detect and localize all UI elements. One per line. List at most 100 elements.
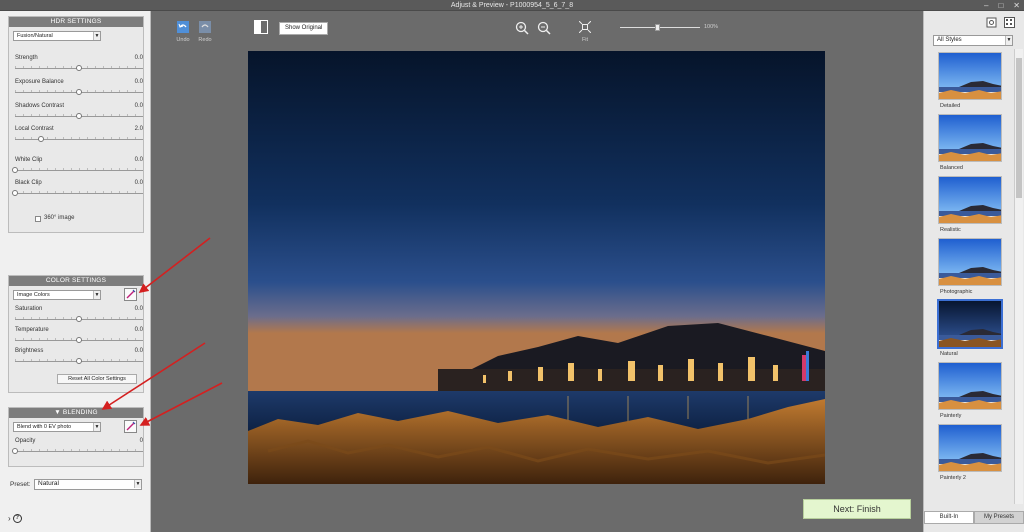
zoom-in-icon[interactable] — [515, 21, 529, 35]
zoom-slider-knob[interactable] — [654, 24, 660, 31]
360-image-label: 360° image — [44, 215, 75, 221]
color-mask-pen-button[interactable] — [124, 288, 137, 301]
color-settings-header: COLOR SETTINGS — [9, 276, 143, 286]
tab-built-in[interactable]: Built-In — [924, 511, 974, 524]
night-cityscape-image — [248, 51, 825, 484]
grid-view-icon[interactable] — [1004, 17, 1015, 28]
help-icon[interactable]: ? — [12, 514, 22, 523]
blend-mode-value: Blend with 0 EV photo — [17, 424, 72, 430]
preset-thumbnail[interactable]: Detailed — [938, 52, 1002, 109]
undo-button[interactable]: Undo — [175, 21, 191, 43]
maximize-icon[interactable]: □ — [998, 0, 1003, 11]
slider-value: 2.0 — [134, 126, 143, 132]
black-clip-slider[interactable]: Black Clip 0.0 — [12, 180, 143, 200]
hdr-settings-header: HDR SETTINGS — [9, 17, 143, 27]
slider-knob[interactable] — [76, 89, 82, 95]
color-settings-group: COLOR SETTINGS Image Colors ▼ Saturation… — [8, 275, 144, 393]
redo-button[interactable]: Redo — [197, 21, 213, 43]
blending-header-label: BLENDING — [62, 409, 98, 416]
close-icon[interactable]: ✕ — [1013, 0, 1020, 11]
title-bar: Adjust & Preview - P1000954_5_6_7_8 – □ … — [0, 0, 1024, 11]
styles-filter-select[interactable]: All Styles ▼ — [933, 35, 1013, 46]
blend-mode-select[interactable]: Blend with 0 EV photo ▼ — [13, 422, 101, 432]
slider-knob[interactable] — [12, 190, 18, 196]
slider-knob[interactable] — [76, 65, 82, 71]
preset-preview-image — [938, 362, 1002, 410]
slider-knob[interactable] — [76, 337, 82, 343]
next-finish-button[interactable]: Next: Finish — [803, 499, 911, 519]
slider-label: White Clip — [15, 157, 43, 163]
chevron-down-icon: ▼ — [134, 480, 141, 488]
slider-knob[interactable] — [76, 113, 82, 119]
slider-knob[interactable] — [76, 358, 82, 364]
slider-value: 0.0 — [134, 348, 143, 354]
preset-thumbnail[interactable]: Painterly — [938, 362, 1002, 419]
slider-value: 0.0 — [134, 157, 143, 163]
zoom-slider[interactable] — [620, 27, 700, 28]
tab-my-presets[interactable]: My Presets — [974, 511, 1024, 524]
strength-slider[interactable]: Strength 0.0 — [15, 55, 143, 75]
undo-label: Undo — [176, 37, 190, 43]
preset-thumbnail[interactable]: Natural — [938, 300, 1002, 357]
preset-preview-image — [938, 238, 1002, 286]
minimize-icon[interactable]: – — [984, 0, 988, 11]
360-image-checkbox[interactable] — [35, 216, 41, 222]
slider-knob[interactable] — [37, 136, 44, 142]
slider-knob[interactable] — [12, 167, 18, 173]
preset-preview-image — [938, 424, 1002, 472]
slider-label: Strength — [15, 55, 38, 61]
chevron-down-icon: ▼ — [93, 291, 100, 299]
exposure-balance-slider[interactable]: Exposure Balance 0.0 — [15, 79, 143, 99]
thumbnails-scrollbar[interactable] — [1014, 49, 1023, 504]
preset-name: Realistic — [940, 227, 961, 233]
saturation-slider[interactable]: Saturation 0.0 — [15, 306, 143, 326]
slider-value: 0.0 — [134, 79, 143, 85]
fit-label: Fit — [581, 37, 589, 43]
scrollbar-thumb[interactable] — [1016, 58, 1022, 198]
preset-preview-image — [938, 176, 1002, 224]
hdr-mode-select[interactable]: Fusion/Natural ▼ — [13, 31, 101, 41]
triangle-down-icon: ▼ — [54, 409, 61, 416]
preset-name: Natural — [940, 351, 958, 357]
shadows-contrast-slider[interactable]: Shadows Contrast 0.0 — [15, 103, 143, 123]
help-area: › ? — [8, 514, 22, 523]
preset-thumbnail[interactable]: Painterly 2 — [938, 424, 1002, 481]
color-mode-select[interactable]: Image Colors ▼ — [13, 290, 101, 300]
temperature-slider[interactable]: Temperature 0.0 — [15, 327, 143, 347]
show-original-button[interactable]: Show Original — [279, 22, 329, 35]
styles-filter-value: All Styles — [937, 37, 962, 43]
preset-label: Preset: — [10, 481, 31, 488]
hdr-settings-group: HDR SETTINGS Fusion/Natural ▼ Strength 0.… — [8, 16, 144, 233]
preset-thumbnail[interactable]: Photographic — [938, 238, 1002, 295]
chevron-right-icon[interactable]: › — [8, 514, 11, 523]
zoom-out-icon[interactable] — [537, 21, 551, 35]
chevron-down-icon: ▼ — [1005, 36, 1012, 45]
blending-group: ▼ BLENDING Blend with 0 EV photo ▼ Opaci… — [8, 407, 144, 467]
blend-mask-pen-button[interactable] — [124, 420, 137, 433]
slider-label: Temperature — [15, 327, 49, 333]
preset-tabs: Built-In My Presets — [924, 511, 1024, 524]
opacity-slider[interactable]: Opacity 0 — [12, 438, 143, 458]
preset-preview-image — [938, 52, 1002, 100]
split-view-icon[interactable] — [254, 20, 268, 34]
slider-label: Shadows Contrast — [15, 103, 65, 109]
local-contrast-slider[interactable]: Local Contrast 2.0 — [15, 126, 143, 146]
slider-knob[interactable] — [12, 448, 18, 454]
slider-value: 0.0 — [134, 180, 143, 186]
preset-thumbnail[interactable]: Balanced — [938, 114, 1002, 171]
slider-knob[interactable] — [76, 316, 82, 322]
brightness-slider[interactable]: Brightness 0.0 — [15, 348, 143, 368]
preset-select[interactable]: Natural ▼ — [34, 479, 142, 490]
white-clip-slider[interactable]: White Clip 0.0 — [12, 157, 143, 177]
fit-button[interactable]: Fit — [577, 20, 593, 43]
redo-label: Redo — [198, 37, 212, 43]
blending-header[interactable]: ▼ BLENDING — [9, 408, 143, 418]
reset-color-settings-button[interactable]: Reset All Color Settings — [57, 374, 137, 384]
save-preset-icon[interactable] — [986, 17, 997, 28]
annotation-arrow — [139, 382, 223, 426]
slider-label: Black Clip — [15, 180, 42, 186]
slider-label: Exposure Balance — [15, 79, 64, 85]
slider-value: 0.0 — [134, 103, 143, 109]
pen-icon — [126, 421, 136, 431]
preset-thumbnail[interactable]: Realistic — [938, 176, 1002, 233]
